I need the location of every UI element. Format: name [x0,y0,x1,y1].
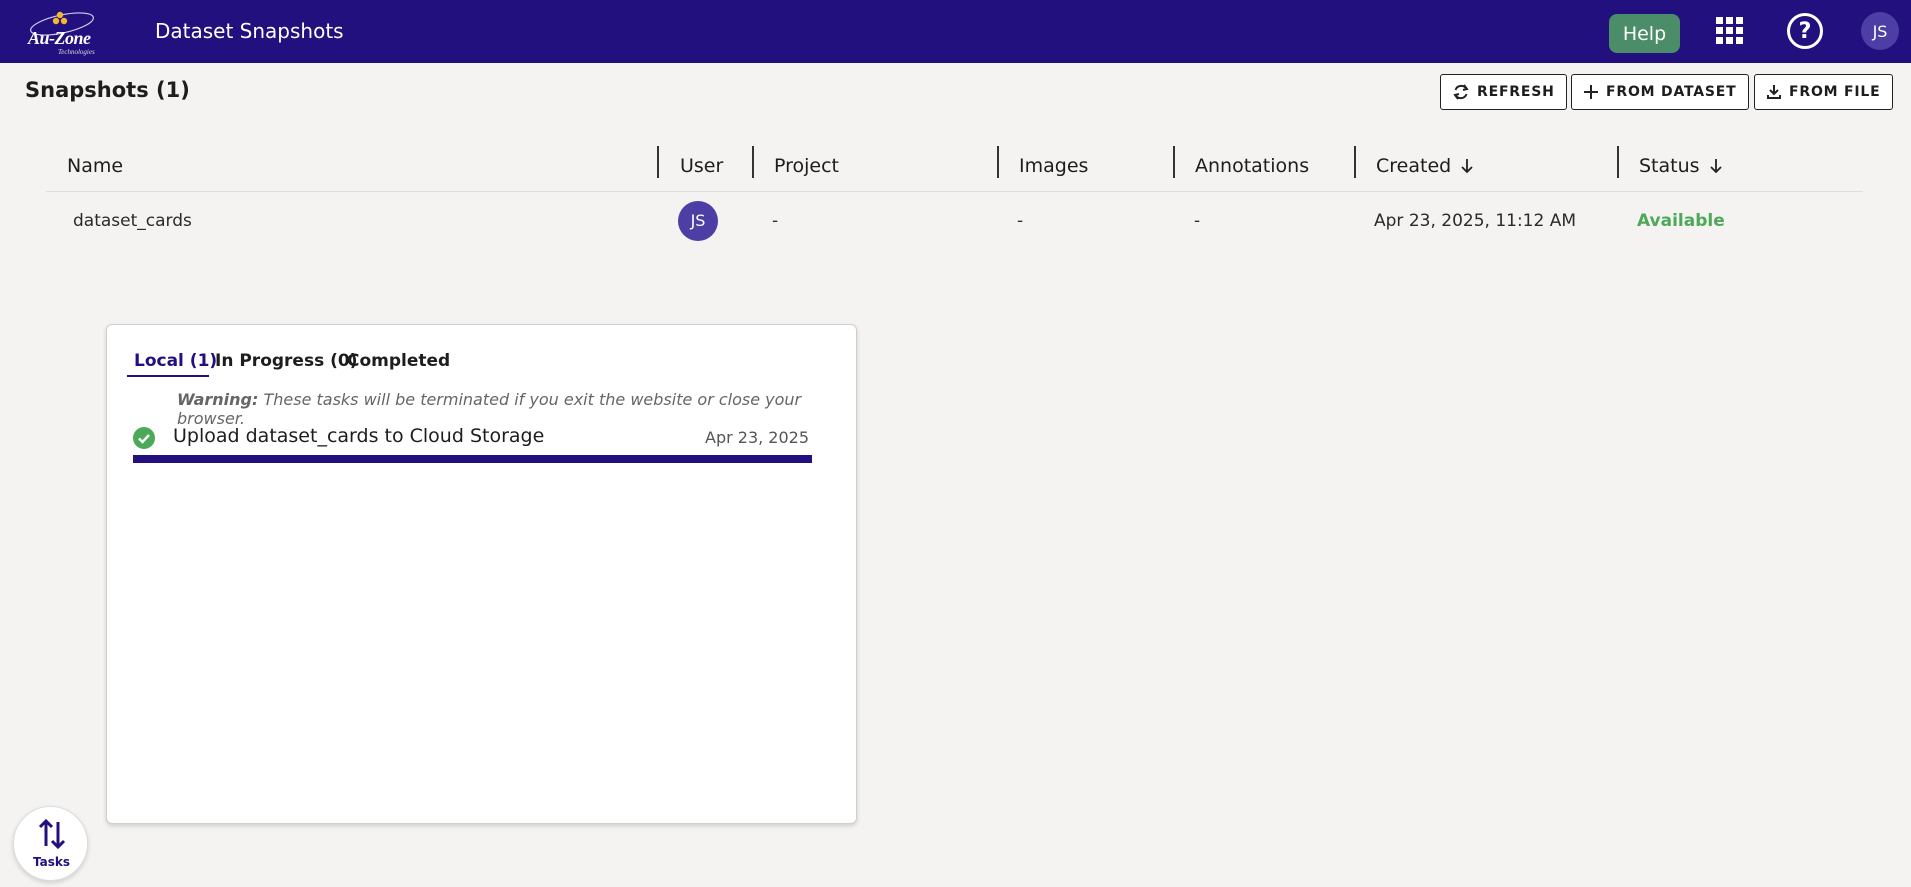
column-header-annotations[interactable]: Annotations [1195,139,1309,192]
warning-text: These tasks will be terminated if you ex… [177,390,802,428]
status-badge: Available [1637,210,1725,231]
user-avatar[interactable]: JS [1861,12,1899,50]
app-title: Dataset Snapshots [155,19,344,43]
task-progress-bar [133,455,812,463]
au-zone-logo[interactable]: Au-Zone Technologies [22,6,102,56]
from-dataset-label: FROM DATASET [1606,84,1737,100]
task-title: Upload dataset_cards to Cloud Storage [173,425,545,447]
active-tab-indicator [127,375,209,377]
page-title: Snapshots (1) [25,78,190,102]
top-app-bar: Au-Zone Technologies Dataset Snapshots H… [0,0,1911,63]
apps-grid-icon[interactable] [1716,17,1744,45]
task-date: Apr 23, 2025 [705,428,810,447]
column-header-images[interactable]: Images [1019,139,1088,192]
created-header-label: Created [1376,154,1452,177]
help-button[interactable]: Help [1609,14,1680,53]
tasks-button-label: Tasks [32,855,70,869]
column-separator[interactable] [752,146,754,178]
logo-text: Au-Zone [28,28,91,48]
up-down-arrows-icon [38,818,66,850]
cell-created: Apr 23, 2025, 11:12 AM [1374,210,1577,231]
tab-completed[interactable]: Completed [347,351,450,371]
table-row[interactable]: dataset_cards JS - - - Apr 23, 2025, 11:… [46,193,1863,248]
cell-name[interactable]: dataset_cards [73,193,192,248]
task-progress-fill [133,455,812,463]
warning-message: Warning: These tasks will be terminated … [177,390,856,428]
column-header-project[interactable]: Project [774,139,839,192]
status-header-label: Status [1639,154,1700,177]
refresh-icon [1453,84,1469,100]
cell-images: - [1017,210,1024,231]
check-circle-icon [133,427,155,449]
tab-in-progress[interactable]: In Progress (0) [215,351,357,371]
download-icon [1767,85,1781,99]
column-separator[interactable] [997,146,999,178]
plus-icon [1584,85,1598,99]
arrow-down-icon[interactable] [1460,158,1474,174]
from-file-label: FROM FILE [1789,84,1881,100]
tab-local[interactable]: Local (1) [134,351,217,371]
cell-project: - [772,210,779,231]
tasks-button[interactable]: Tasks [13,806,88,881]
avatar: JS [678,200,718,241]
column-separator[interactable] [1173,146,1175,178]
list-item[interactable]: Upload dataset_cards to Cloud Storage Ap… [133,425,818,465]
cell-user: JS [678,193,718,248]
column-header-created[interactable]: Created [1376,139,1474,192]
column-header-name[interactable]: Name [67,139,123,192]
cell-annotations: - [1194,210,1201,231]
column-separator[interactable] [1354,146,1356,178]
column-separator[interactable] [1617,146,1619,178]
column-separator[interactable] [657,146,659,178]
question-circle-icon[interactable]: ? [1787,13,1823,49]
from-file-button[interactable]: FROM FILE [1754,74,1893,110]
tasks-panel: Local (1) In Progress (0) Completed Warn… [106,324,857,824]
warning-label: Warning: [177,390,259,409]
column-header-user[interactable]: User [680,139,723,192]
from-dataset-button[interactable]: FROM DATASET [1571,74,1749,110]
refresh-label: REFRESH [1477,84,1555,100]
table-header: Name User Project Images Annotations Cre… [46,139,1863,192]
refresh-button[interactable]: REFRESH [1440,74,1567,110]
column-header-status[interactable]: Status [1639,139,1723,192]
arrow-down-icon[interactable] [1709,158,1723,174]
logo-subtext: Technologies [58,48,95,56]
